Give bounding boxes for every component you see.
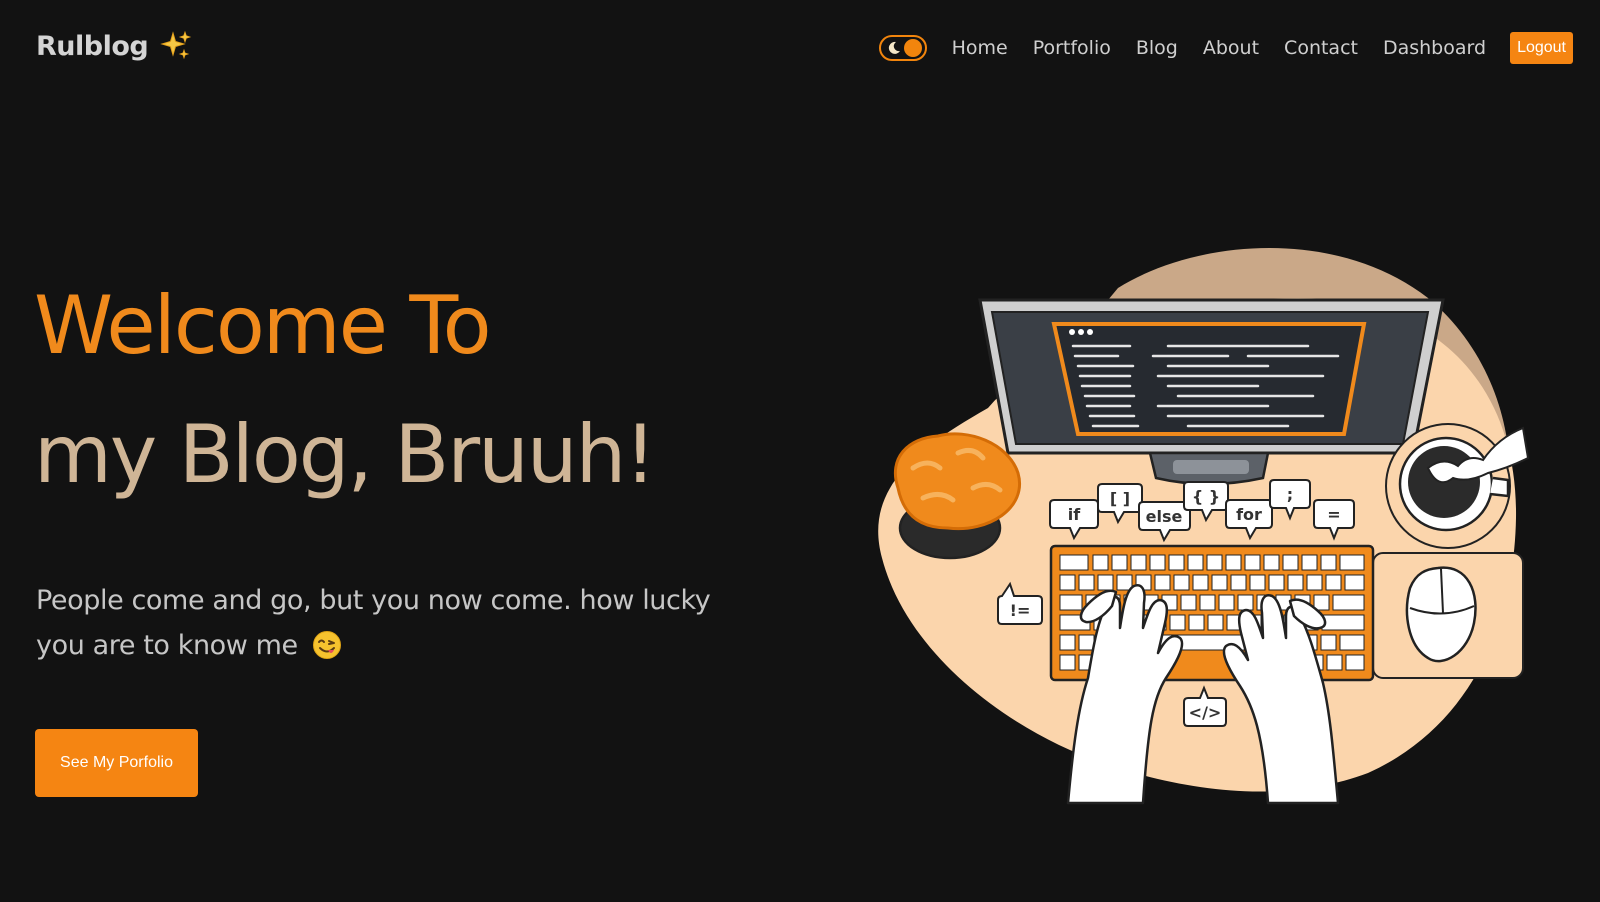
nav-link-dashboard[interactable]: Dashboard [1383,37,1486,59]
navbar: Rulblog Home Portfolio Blog About Contac… [0,0,1600,100]
code-label-else: else [1146,507,1183,526]
page: Rulblog Home Portfolio Blog About Contac… [0,0,1600,902]
moon-icon [888,41,900,54]
nav-link-home[interactable]: Home [952,37,1008,59]
nav-links: Home Portfolio Blog About Contact Dashbo… [952,37,1511,59]
nav-link-about[interactable]: About [1203,37,1259,59]
brand-name: Rulblog [36,30,149,62]
nav-link-blog[interactable]: Blog [1136,37,1178,59]
nav-menu: Home Portfolio Blog About Contact Dashbo… [878,32,1573,64]
developer-desk-illustration: if [ ] else { } for ; = != </> [878,248,1530,805]
logout-button[interactable]: Logout [1510,32,1573,64]
face-savoring-food-icon [312,631,341,659]
see-portfolio-button[interactable]: See My Porfolio [35,729,198,797]
nav-link-portfolio[interactable]: Portfolio [1033,37,1111,59]
theme-toggle[interactable] [878,35,927,61]
hero-subtitle-text: People come and go, but you now come. ho… [36,585,711,661]
hero-title-line2: my Blog, Bruuh! [34,408,656,501]
sparkles-icon [160,30,192,60]
nav-link-contact[interactable]: Contact [1284,37,1358,59]
code-label-braces: { } [1192,487,1220,506]
mouse [1372,552,1524,679]
code-label-not-equal: != [1010,601,1031,620]
code-label-for: for [1236,505,1262,524]
hero-title-line1: Welcome To [34,279,492,372]
brand-logo[interactable]: Rulblog [36,30,192,62]
code-label-equals: = [1327,505,1340,524]
hero-subtitle: People come and go, but you now come. ho… [36,578,736,668]
toggle-knob [903,39,922,57]
code-label-brackets: [ ] [1110,489,1130,508]
code-label-if: if [1068,505,1081,524]
code-label-semicolon: ; [1287,485,1293,504]
code-label-tag: </> [1189,703,1222,722]
